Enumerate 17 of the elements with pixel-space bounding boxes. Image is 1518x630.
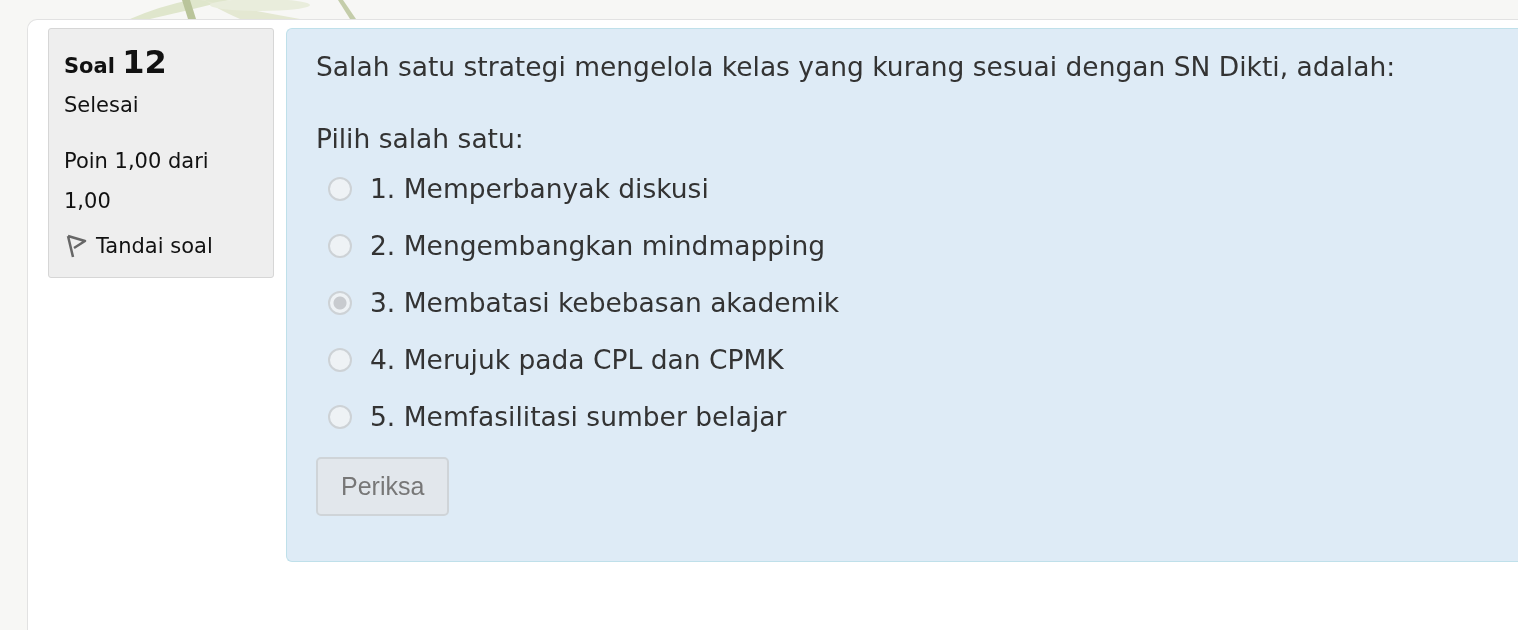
answer-option[interactable]: 2. Mengembangkan mindmapping	[370, 230, 826, 261]
flag-question-link[interactable]: Tandai soal	[64, 233, 259, 259]
radio-button[interactable]	[328, 290, 352, 315]
answer-option[interactable]: 4. Merujuk pada CPL dan CPMK	[370, 344, 784, 375]
question-number: Soal 12	[64, 43, 168, 81]
radio-button[interactable]	[328, 404, 352, 429]
answer-option[interactable]: 1. Memperbanyak diskusi	[370, 173, 709, 204]
answer-prompt: Pilih salah satu:	[316, 123, 525, 154]
answer-option[interactable]: 3. Membatasi kebebasan akademik	[370, 287, 840, 318]
answer-option[interactable]: 5. Memfasilitasi sumber belajar	[370, 401, 787, 432]
radio-button[interactable]	[328, 233, 352, 258]
question-state: Selesai	[64, 93, 140, 117]
radio-button[interactable]	[328, 347, 352, 372]
radio-button[interactable]	[328, 176, 352, 201]
question-grade: Poin 1,00 dari 1,00	[64, 148, 210, 215]
question-text: Salah satu strategi mengelola kelas yang kurang sesuai dengan SN Dikti, adalah:	[316, 51, 1397, 82]
flag-icon	[64, 233, 88, 259]
